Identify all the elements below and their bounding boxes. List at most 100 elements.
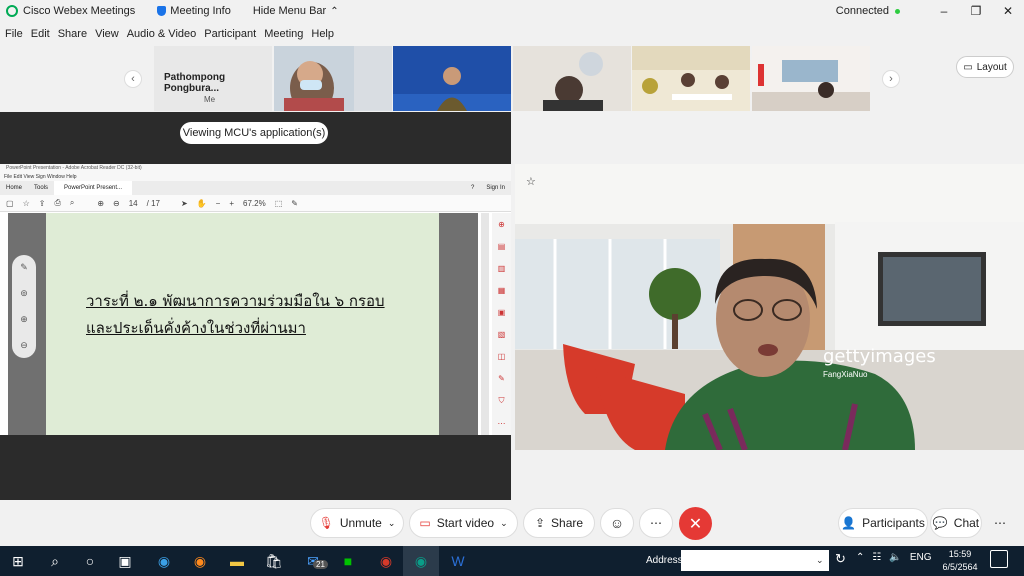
self-video-tile[interactable]: Pathompong Pongbura... Me: [154, 46, 272, 111]
participant-video-tile[interactable]: [752, 46, 870, 111]
firefox-icon[interactable]: ◉: [182, 546, 218, 576]
chevron-down-icon[interactable]: ⌄: [500, 518, 508, 529]
zoom-out-icon[interactable]: −: [216, 199, 221, 208]
chevron-up-icon[interactable]: ⌃: [330, 6, 338, 17]
participant-video-tile[interactable]: [632, 46, 750, 111]
chrome-icon[interactable]: ◉: [368, 546, 404, 576]
tab-home[interactable]: Home: [0, 185, 28, 191]
line-icon[interactable]: ■: [330, 546, 366, 576]
comment-icon[interactable]: ▣: [498, 308, 506, 317]
combine-icon[interactable]: ▧: [498, 330, 506, 339]
page-down-icon[interactable]: ⊖: [113, 199, 120, 208]
acrobat-menu-item[interactable]: Edit: [13, 174, 22, 180]
reactions-button[interactable]: ☺: [600, 508, 634, 538]
language-indicator[interactable]: ENG: [910, 552, 932, 563]
tab-tools[interactable]: Tools: [28, 185, 54, 191]
acrobat-menu-item[interactable]: Sign: [36, 174, 46, 180]
notification-icon[interactable]: [990, 550, 1008, 568]
menu-participant[interactable]: Participant: [204, 28, 256, 40]
participant-video-tile[interactable]: [513, 46, 631, 111]
page-number[interactable]: 14: [129, 199, 138, 208]
protect-icon[interactable]: ⛉: [499, 396, 505, 406]
webex-taskbar-icon[interactable]: ◉: [403, 546, 439, 576]
export-pdf-icon[interactable]: ▤: [498, 242, 506, 251]
fill-sign-icon[interactable]: ✎: [498, 374, 505, 383]
pin-icon[interactable]: ☆: [526, 175, 536, 188]
minimize-icon[interactable]: –: [928, 4, 960, 18]
clock[interactable]: 15:59 6/5/2564: [940, 548, 980, 574]
help-icon[interactable]: ?: [465, 185, 480, 191]
fit-page-icon[interactable]: ⬚: [275, 199, 283, 208]
task-view-icon[interactable]: ▣: [107, 546, 143, 576]
chevron-down-icon[interactable]: ⌄: [388, 518, 396, 529]
cortana-icon[interactable]: ○: [72, 546, 108, 576]
share-button[interactable]: ⇪ Share: [523, 508, 595, 538]
store-icon[interactable]: 🛍: [256, 546, 292, 576]
participants-button[interactable]: 👤 Participants: [838, 508, 928, 538]
acrobat-menu-item[interactable]: View: [23, 174, 34, 180]
panel-more-button[interactable]: ⋯: [986, 508, 1014, 538]
hand-icon[interactable]: ✋: [197, 199, 207, 208]
address-input[interactable]: [681, 550, 829, 571]
participant-video-tile[interactable]: [393, 46, 511, 111]
menu-audio-video[interactable]: Audio & Video: [127, 28, 197, 40]
chat-label: Chat: [953, 516, 980, 530]
chevron-up-icon[interactable]: ⌃: [856, 552, 864, 563]
tab-document[interactable]: PowerPoint Present...: [54, 181, 133, 195]
unmute-button[interactable]: 🎙 Unmute ⌄: [310, 508, 404, 538]
zoom-icon[interactable]: ⊕: [498, 220, 505, 229]
search-icon[interactable]: ⌕: [37, 546, 73, 576]
hide-menu-bar-button[interactable]: Hide Menu Bar: [253, 5, 326, 17]
zoom-in-icon[interactable]: +: [229, 199, 234, 208]
page-up-icon[interactable]: ⊕: [97, 199, 104, 208]
menu-meeting[interactable]: Meeting: [264, 28, 303, 40]
acrobat-menu-item[interactable]: Help: [66, 174, 76, 180]
cursor-icon[interactable]: ➤: [181, 199, 188, 208]
participant-video-tile[interactable]: [274, 46, 392, 111]
chevron-down-icon[interactable]: ⌄: [816, 555, 824, 566]
organize-icon[interactable]: ▥: [498, 264, 506, 273]
close-icon[interactable]: ✕: [992, 4, 1024, 18]
refresh-icon[interactable]: ↻: [835, 551, 846, 567]
sign-in-button[interactable]: Sign In: [480, 185, 511, 191]
edit-pdf-icon[interactable]: ▦: [498, 286, 506, 295]
start-video-button[interactable]: ▭ Start video ⌄: [409, 508, 518, 538]
lock-icon[interactable]: ⊚: [20, 288, 28, 299]
menu-view[interactable]: View: [95, 28, 119, 40]
leave-meeting-button[interactable]: ✕: [679, 507, 712, 540]
file-explorer-icon[interactable]: ▬: [219, 546, 255, 576]
chat-button[interactable]: 💬 Chat: [930, 508, 982, 538]
menu-file[interactable]: File: [5, 28, 23, 40]
more-options-button[interactable]: ⋯: [639, 508, 673, 538]
more-tools-icon[interactable]: ⋯: [498, 419, 506, 428]
strip-prev-button[interactable]: ‹: [124, 70, 142, 88]
zoom-out-icon[interactable]: ⊖: [20, 340, 28, 351]
annotate-icon[interactable]: ✎: [20, 262, 28, 273]
active-speaker-video[interactable]: [515, 164, 1024, 450]
acrobat-menu-item[interactable]: File: [4, 174, 12, 180]
meeting-info-button[interactable]: Meeting Info: [170, 5, 231, 17]
network-icon[interactable]: ☷: [872, 552, 881, 563]
zoom-level[interactable]: 67.2%: [243, 199, 266, 208]
acrobat-menu-item[interactable]: Window: [47, 174, 65, 180]
document-scrollbar[interactable]: [481, 213, 489, 435]
menu-share[interactable]: Share: [58, 28, 87, 40]
upload-icon[interactable]: ⇪: [39, 199, 46, 208]
word-icon[interactable]: W: [440, 546, 476, 576]
zoom-in-icon[interactable]: ⊕: [20, 314, 28, 325]
comment-icon[interactable]: ✎: [291, 199, 298, 208]
menu-help[interactable]: Help: [311, 28, 334, 40]
strip-next-button[interactable]: ›: [882, 70, 900, 88]
scan-icon[interactable]: ◫: [498, 352, 506, 361]
save-icon[interactable]: ▢: [6, 199, 14, 208]
search-icon[interactable]: ⌕: [70, 198, 74, 208]
restore-icon[interactable]: ❐: [960, 4, 992, 18]
windows-start-icon[interactable]: ⊞: [0, 546, 36, 576]
star-icon[interactable]: ☆: [23, 199, 30, 208]
print-icon[interactable]: ⎙: [54, 198, 60, 208]
edge-icon[interactable]: ◉: [146, 546, 182, 576]
layout-button[interactable]: ▭ Layout: [956, 56, 1014, 78]
acrobat-title: PowerPoint Presentation - Adobe Acrobat …: [0, 164, 511, 173]
volume-icon[interactable]: 🔈: [889, 552, 901, 563]
menu-edit[interactable]: Edit: [31, 28, 50, 40]
